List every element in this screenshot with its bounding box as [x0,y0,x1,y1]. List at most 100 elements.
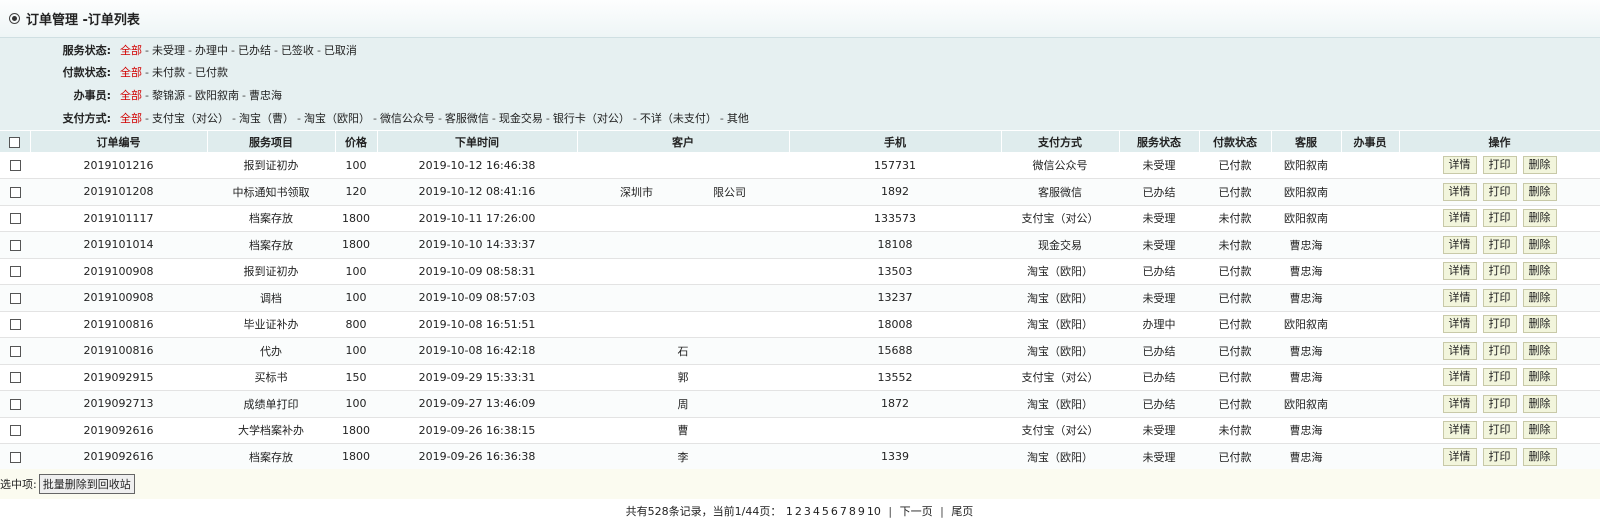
print-button[interactable]: 打印 [1482,394,1517,413]
row-checkbox[interactable] [9,186,21,198]
print-button[interactable]: 打印 [1482,209,1517,228]
filter-option-paymethod[interactable]: 其他 [727,112,749,125]
select-all-checkbox[interactable] [9,136,21,148]
filter-option-paymethod[interactable]: 淘宝（欧阳） [304,112,370,125]
page-link[interactable]: 8 [849,505,856,518]
row-checkbox[interactable] [9,451,21,463]
row-checkbox[interactable] [9,160,21,171]
filter-option-payment[interactable]: 已付款 [195,66,228,79]
detail-button[interactable]: 详情 [1442,421,1477,440]
print-button[interactable]: 打印 [1482,235,1517,254]
detail-button[interactable]: 详情 [1442,288,1477,307]
filter-option-service[interactable]: 办理中 [195,44,228,57]
print-button[interactable]: 打印 [1482,447,1517,466]
row-select-cell[interactable] [0,284,30,312]
row-checkbox[interactable] [9,372,21,384]
filter-option-service[interactable]: 已签收 [281,44,314,57]
row-checkbox[interactable] [9,425,21,437]
filter-option-paymethod[interactable]: 不详（未支付） [640,112,717,125]
print-button[interactable]: 打印 [1482,421,1517,440]
row-checkbox[interactable] [9,266,21,278]
row-select-cell[interactable] [0,311,30,338]
print-button[interactable]: 打印 [1482,368,1517,387]
detail-button[interactable]: 详情 [1442,368,1477,387]
last-page-link[interactable]: 尾页 [951,505,973,518]
customer-name: 郭 [677,371,689,385]
filter-option-handler[interactable]: 黎锦源 [152,89,185,102]
row-select-cell[interactable] [0,258,30,285]
detail-button[interactable]: 详情 [1442,156,1477,174]
delete-button[interactable]: 删除 [1522,447,1557,466]
batch-delete-button[interactable]: 批量删除到回收站 [38,474,135,494]
filter-option-handler[interactable]: 曹忠海 [249,89,282,102]
print-button[interactable]: 打印 [1482,288,1517,307]
print-button[interactable]: 打印 [1482,341,1517,360]
row-select-cell[interactable] [0,337,30,365]
filter-option-handler[interactable]: 欧阳叙南 [195,89,239,102]
delete-button[interactable]: 删除 [1522,394,1557,413]
row-checkbox[interactable] [9,292,21,304]
filter-option-paymethod[interactable]: 微信公众号 [380,112,435,125]
delete-button[interactable]: 删除 [1522,209,1557,228]
detail-button[interactable]: 详情 [1442,341,1477,360]
row-select-cell[interactable] [0,390,30,418]
page-link[interactable]: 4 [813,505,820,518]
filter-option-service[interactable]: 未受理 [152,44,185,57]
detail-button[interactable]: 详情 [1442,262,1477,281]
detail-button[interactable]: 详情 [1442,315,1477,334]
row-select-cell[interactable] [0,231,30,259]
filter-option-paymethod[interactable]: 银行卡（对公） [553,112,630,125]
detail-button[interactable]: 详情 [1442,235,1477,254]
filter-option-paymethod[interactable]: 客服微信 [445,112,489,125]
page-link[interactable]: 1 [786,505,793,518]
page-link[interactable]: 7 [840,505,847,518]
row-select-cell[interactable] [0,417,30,444]
row-select-cell[interactable] [0,152,30,179]
delete-button[interactable]: 删除 [1522,341,1557,360]
filter-option-paymethod[interactable]: 全部 [120,112,142,125]
option-separator: - [145,89,149,102]
detail-button[interactable]: 详情 [1442,182,1477,201]
filter-option-service[interactable]: 已取消 [324,44,357,57]
page-link[interactable]: 2 [795,505,802,518]
row-select-cell[interactable] [0,205,30,232]
filter-option-service[interactable]: 全部 [120,44,142,57]
filter-option-payment[interactable]: 全部 [120,66,142,79]
delete-button[interactable]: 删除 [1522,182,1557,201]
row-checkbox[interactable] [9,213,21,225]
detail-button[interactable]: 详情 [1442,394,1477,413]
filter-option-payment[interactable]: 未付款 [152,66,185,79]
filter-option-paymethod[interactable]: 淘宝（曹） [239,112,294,125]
delete-button[interactable]: 删除 [1522,368,1557,387]
delete-button[interactable]: 删除 [1522,288,1557,307]
detail-button[interactable]: 详情 [1442,209,1477,228]
page-link[interactable]: 10 [867,505,881,518]
filter-option-paymethod[interactable]: 支付宝（对公） [152,112,229,125]
row-select-cell[interactable] [0,443,30,471]
detail-button[interactable]: 详情 [1442,447,1477,466]
page-link[interactable]: 5 [822,505,829,518]
filter-option-paymethod[interactable]: 现金交易 [499,112,543,125]
print-button[interactable]: 打印 [1482,156,1517,174]
print-button[interactable]: 打印 [1482,315,1517,334]
row-checkbox[interactable] [9,319,21,331]
print-button[interactable]: 打印 [1482,262,1517,281]
row-checkbox[interactable] [9,239,21,251]
row-select-cell[interactable] [0,178,30,206]
delete-button[interactable]: 删除 [1522,421,1557,440]
row-select-cell[interactable] [0,364,30,391]
row-checkbox[interactable] [9,398,21,410]
delete-button[interactable]: 删除 [1522,235,1557,254]
filter-option-service[interactable]: 已办结 [238,44,271,57]
select-all-header[interactable] [0,131,31,152]
delete-button[interactable]: 删除 [1522,315,1557,334]
page-link[interactable]: 3 [804,505,811,518]
next-page-link[interactable]: 下一页 [900,505,933,518]
page-link[interactable]: 6 [831,505,838,518]
delete-button[interactable]: 删除 [1522,156,1557,174]
delete-button[interactable]: 删除 [1522,262,1557,281]
row-checkbox[interactable] [9,345,21,357]
filter-option-handler[interactable]: 全部 [120,89,142,102]
page-link[interactable]: 9 [858,505,865,518]
print-button[interactable]: 打印 [1482,182,1517,201]
